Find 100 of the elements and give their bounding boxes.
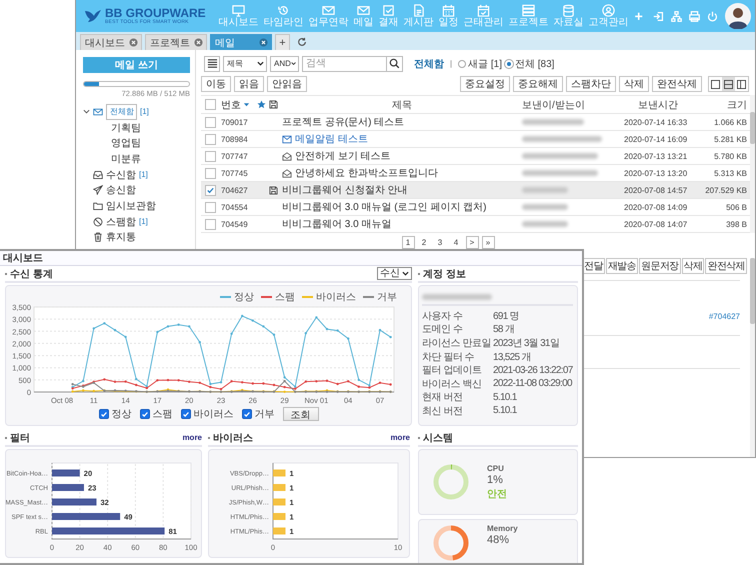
add-tab-button[interactable]: + — [275, 34, 290, 50]
row-checkbox[interactable] — [205, 184, 216, 196]
mail-subject[interactable]: 안전하게 보기 테스트 — [295, 149, 391, 163]
field-select[interactable]: 제목 — [223, 56, 267, 72]
envelope-icon — [322, 4, 336, 17]
column-header[interactable]: 번호 — [221, 98, 241, 112]
radio-label[interactable]: 전체 [83] — [514, 56, 554, 70]
person-icon — [602, 4, 616, 17]
folder-item[interactable]: 영업팀 — [111, 136, 141, 150]
row-checkbox[interactable] — [205, 202, 216, 212]
info-label: 현재 버전 — [422, 391, 464, 404]
sort-caret-icon[interactable] — [243, 101, 250, 108]
toolbar-button[interactable]: 중요설정 — [460, 76, 510, 92]
table-cell-text: 707747 — [221, 152, 249, 160]
checkbox-label[interactable]: 바이러스 — [194, 407, 234, 421]
table-cell-text: 398 B — [725, 220, 748, 228]
page-button[interactable]: 3 — [434, 236, 446, 248]
caret-icon[interactable] — [83, 108, 90, 116]
toolbar-button[interactable]: 중요해제 — [513, 76, 563, 92]
mail-action-button[interactable]: 삭제 — [682, 258, 704, 274]
toolbar-button[interactable]: 안읽음 — [267, 76, 307, 92]
mail-action-button[interactable]: 완전삭제 — [705, 258, 747, 274]
tab[interactable]: 대시보드 — [80, 34, 142, 50]
column-header[interactable]: 제목 — [280, 98, 522, 112]
column-header[interactable]: 크기 — [692, 98, 750, 112]
last-page-button[interactable]: » — [482, 236, 494, 248]
more-link[interactable]: more — [390, 433, 410, 442]
folder-item[interactable]: 휴지통 — [106, 230, 136, 244]
radio-button[interactable] — [458, 60, 466, 68]
table-cell-text: 2020-07-13 13:20 — [624, 168, 688, 178]
mail-action-button[interactable]: 재발송 — [606, 258, 638, 274]
menu-icon — [206, 58, 218, 69]
folder-item[interactable]: 수신함 — [106, 168, 136, 182]
type-select[interactable]: 수신 — [377, 267, 412, 280]
close-icon[interactable] — [259, 38, 268, 47]
search-button[interactable] — [386, 56, 403, 72]
info-label: 필터 업데이트 — [422, 364, 482, 378]
page-button[interactable]: 2 — [418, 236, 430, 248]
mail-subject[interactable]: 안녕하세요 한과박소프트입니다 — [295, 166, 438, 180]
row-checkbox[interactable] — [205, 134, 216, 144]
checkbox-label[interactable]: 정상 — [112, 407, 132, 421]
view-toggle[interactable] — [722, 77, 735, 91]
folder-item[interactable]: 송신함 — [106, 183, 136, 198]
info-value: 5.10.1 — [493, 392, 517, 403]
next-page-button[interactable]: > — [466, 236, 478, 248]
star-icon[interactable] — [257, 100, 266, 109]
table-cell-text: 2020-07-13 13:21 — [624, 152, 688, 160]
folder-item[interactable]: 임시보관함 — [106, 198, 156, 213]
toolbar-button[interactable]: 스팸차단 — [566, 76, 616, 92]
info-value: 5.10.1 — [493, 405, 517, 416]
mail-subject[interactable]: 프로젝트 공유(문서) 테스트 — [282, 115, 404, 129]
series-checkbox[interactable] — [98, 409, 108, 419]
toolbar-button[interactable]: 완전삭제 — [652, 76, 702, 92]
folder-item[interactable]: 스팸함 — [106, 214, 136, 229]
series-checkbox[interactable] — [140, 409, 150, 419]
tab[interactable]: 프로젝트 — [145, 34, 207, 50]
search-field[interactable]: 검색 — [302, 56, 386, 72]
column-header[interactable]: 보낸이/받는이 — [522, 98, 624, 112]
view-toggle[interactable] — [735, 77, 748, 91]
mail-subject[interactable]: 비비그룹웨어 3.0 매뉴얼 (로그인 페이지 캡처) — [282, 200, 486, 214]
bird-logo-icon — [84, 9, 102, 23]
scrollbar[interactable] — [750, 95, 755, 233]
mail-subject[interactable]: 비비그룹웨어 3.0 매뉴얼 — [282, 217, 392, 231]
close-icon[interactable] — [194, 38, 203, 47]
checkbox-label[interactable]: 스팸 — [152, 407, 172, 421]
page-button[interactable]: 1 — [402, 236, 414, 248]
row-checkbox[interactable] — [205, 116, 216, 128]
table-cell-text: 5.313 KB — [713, 168, 748, 178]
scrollbar[interactable] — [750, 258, 755, 457]
row-checkbox[interactable] — [205, 150, 216, 162]
select-all-checkbox[interactable] — [205, 99, 216, 110]
more-link[interactable]: more — [182, 433, 202, 442]
row-checkbox[interactable] — [205, 168, 216, 178]
avatar-icon[interactable] — [725, 3, 751, 29]
page-button[interactable]: 4 — [450, 236, 462, 248]
radio-label[interactable]: 새글 [1] — [468, 56, 502, 70]
mail-subject[interactable]: 메일알림 테스트 — [295, 132, 368, 146]
row-checkbox[interactable] — [205, 218, 216, 230]
series-checkbox[interactable] — [180, 409, 190, 419]
series-checkbox[interactable] — [242, 409, 252, 419]
toolbar-button[interactable]: 이동 — [201, 76, 231, 92]
folder-item[interactable]: 전체함 — [106, 104, 137, 120]
checkbox-label[interactable]: 거부 — [254, 407, 274, 421]
query-button[interactable]: 조회 — [282, 407, 318, 421]
donut-gauge — [434, 526, 468, 560]
list-menu-button[interactable] — [204, 56, 220, 72]
close-icon[interactable] — [129, 38, 138, 47]
floppy-icon[interactable] — [269, 100, 278, 109]
toolbar-button[interactable]: 삭제 — [619, 76, 649, 92]
refresh-icon[interactable] — [297, 37, 307, 47]
column-header[interactable]: 보낸시간 — [624, 98, 692, 112]
operator-select[interactable]: AND — [270, 56, 299, 72]
folder-item[interactable]: 기획팀 — [111, 120, 141, 135]
mail-action-button[interactable]: 원문저장 — [638, 258, 681, 274]
mail-reference-link[interactable]: #704627 — [708, 312, 740, 321]
toolbar-button[interactable]: 읽음 — [234, 76, 264, 92]
view-toggle[interactable] — [709, 77, 722, 91]
folder-item[interactable]: 미분류 — [111, 152, 141, 166]
mail-subject[interactable]: 비비그룹웨어 신청절차 안내 — [282, 183, 408, 197]
table-cell-text: 506 B — [725, 202, 748, 212]
